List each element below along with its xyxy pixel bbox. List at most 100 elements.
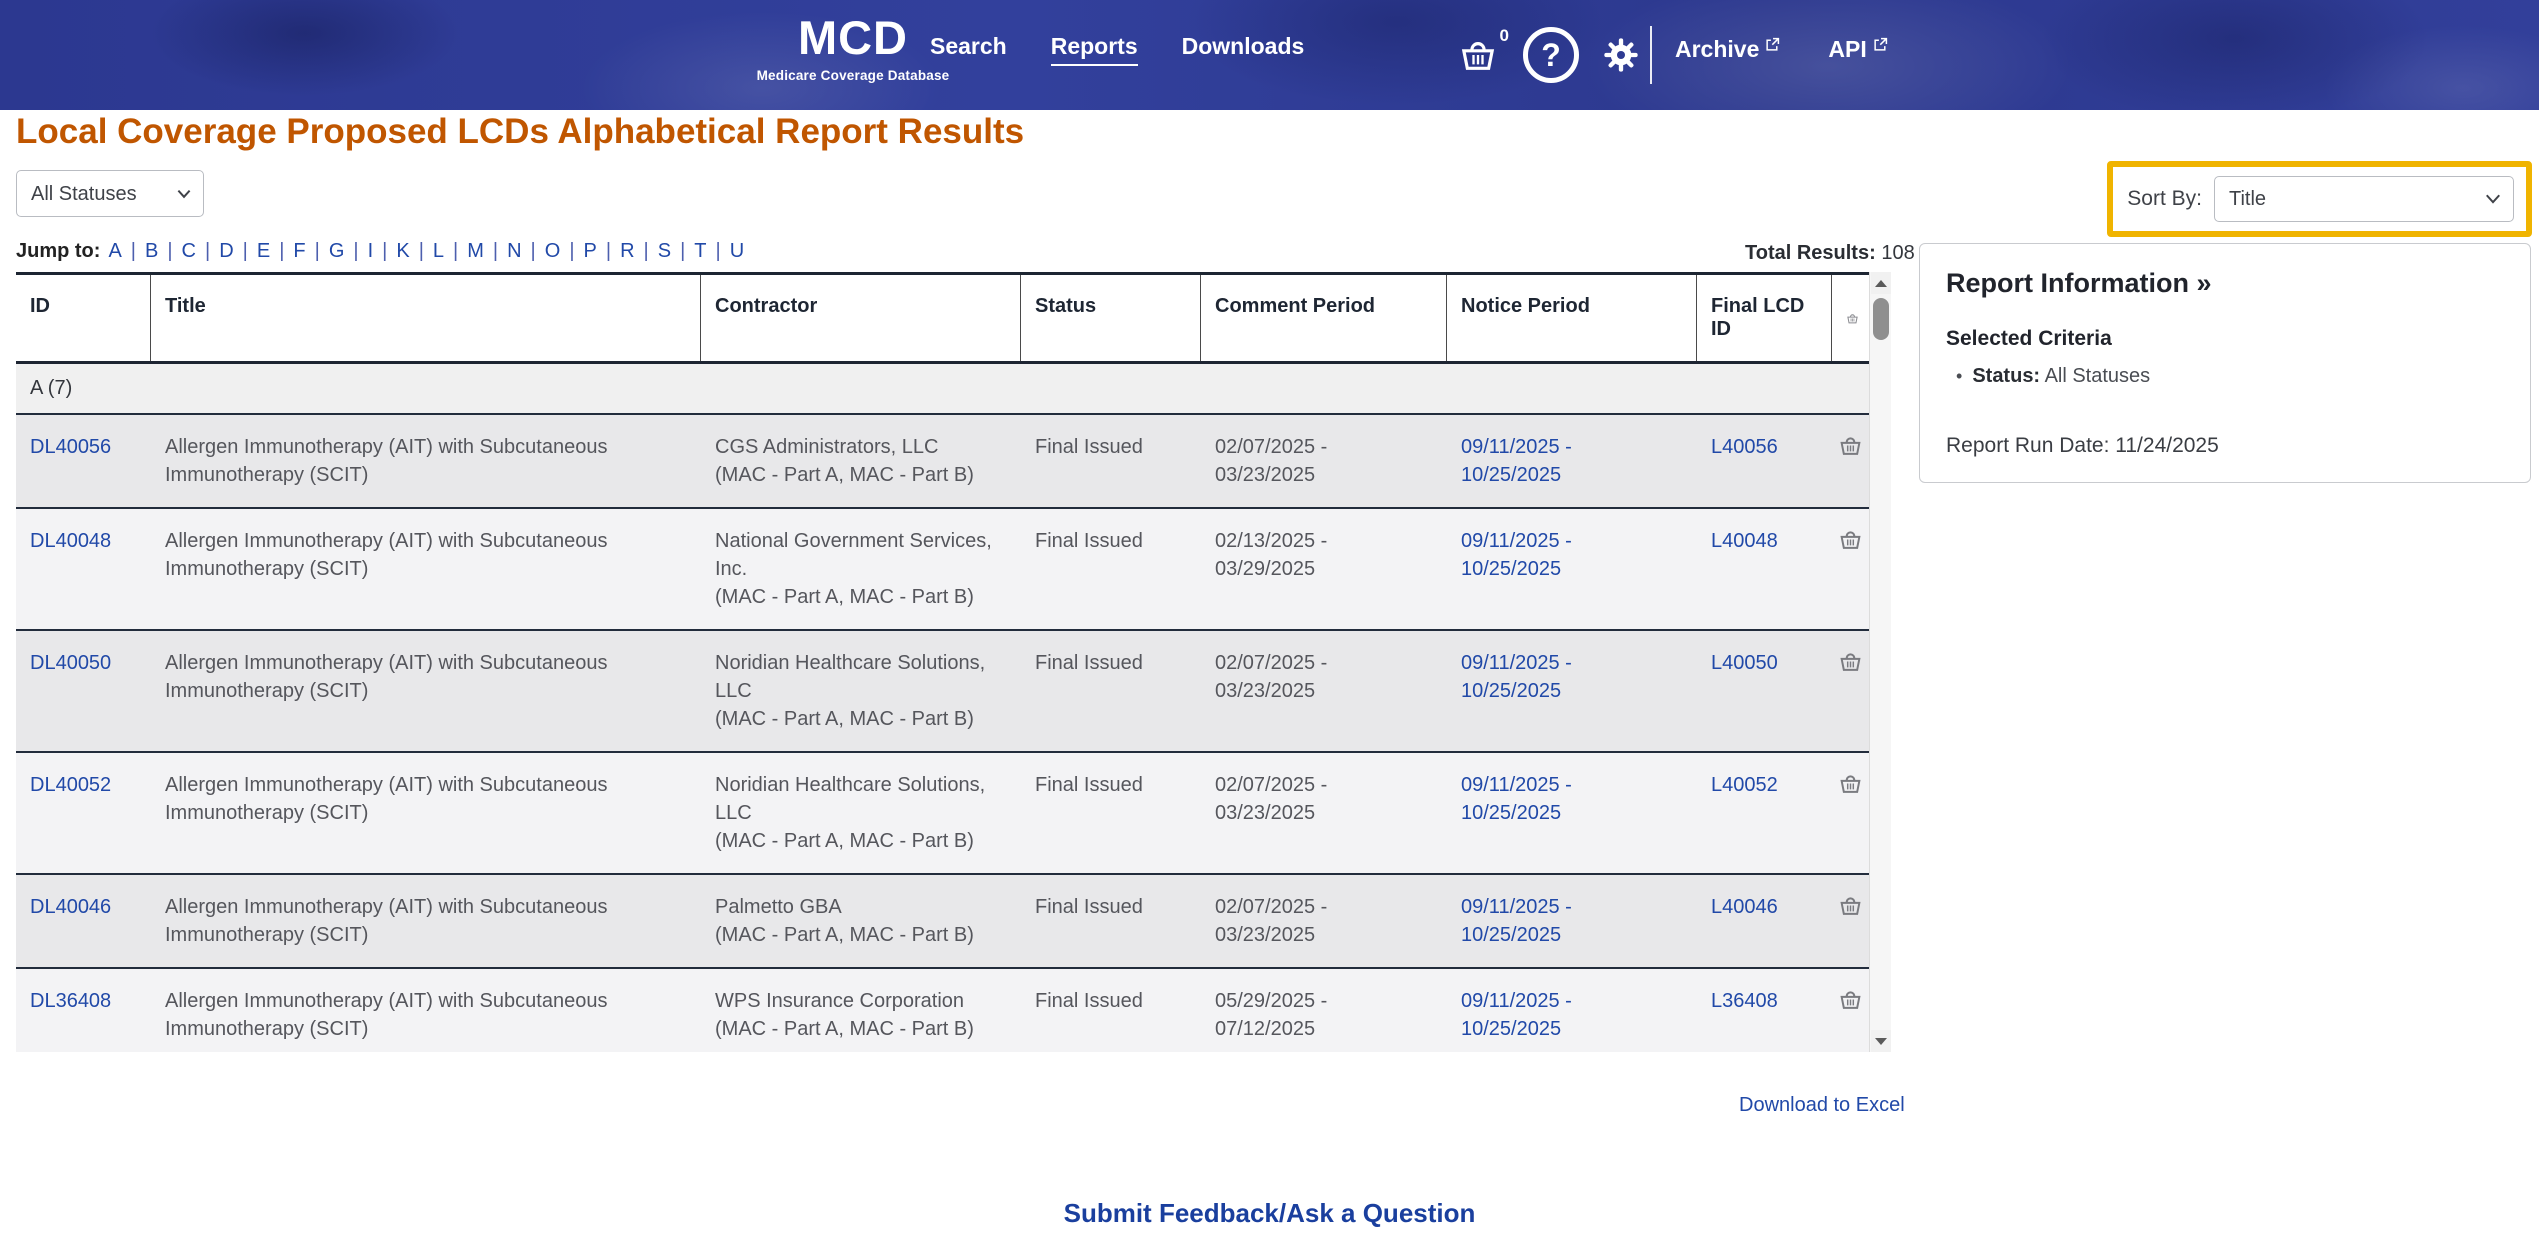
scroll-up-icon[interactable]	[1871, 272, 1891, 294]
final-lcd-id-link[interactable]: L36408	[1711, 990, 1778, 1012]
add-to-basket-button[interactable]	[1832, 875, 1869, 967]
final-lcd-id-link[interactable]: L40056	[1711, 436, 1778, 458]
download-to-excel-link[interactable]: Download to Excel	[1739, 1094, 1905, 1117]
sortby-select[interactable]: Title	[2214, 176, 2514, 222]
col-header-title[interactable]: Title	[151, 275, 701, 361]
notice-period-link[interactable]: 10/25/2025	[1461, 921, 1685, 949]
final-lcd-id-link[interactable]: L40052	[1711, 774, 1778, 796]
report-information-title[interactable]: Report Information »	[1946, 268, 2504, 299]
basket-button[interactable]: 0	[1455, 32, 1501, 78]
notice-period-link[interactable]: 10/25/2025	[1461, 799, 1685, 827]
jump-letter-link[interactable]: R	[620, 240, 649, 263]
add-to-basket-button[interactable]	[1832, 753, 1869, 873]
status-value: Final Issued	[1021, 631, 1201, 751]
add-to-basket-button[interactable]	[1832, 631, 1869, 751]
notice-period-link[interactable]: 09/11/2025 -	[1461, 433, 1685, 461]
jump-letter-link[interactable]: T	[694, 240, 720, 263]
jump-letter-link[interactable]: E	[257, 240, 285, 263]
jump-letter-link[interactable]: I	[368, 240, 388, 263]
table-scrollbar[interactable]	[1869, 272, 1891, 1052]
jump-letter-link[interactable]: A	[108, 240, 136, 263]
status-filter: All Statuses	[16, 170, 204, 217]
notice-period-link[interactable]: 09/11/2025 -	[1461, 987, 1685, 1015]
final-lcd-id-link[interactable]: L40048	[1711, 530, 1778, 552]
status-value: Final Issued	[1021, 509, 1201, 629]
contractor-cell: WPS Insurance Corporation (MAC - Part A,…	[701, 969, 1021, 1052]
contractor-cell: Palmetto GBA (MAC - Part A, MAC - Part B…	[701, 875, 1021, 967]
col-header-final-lcd-id[interactable]: Final LCD ID	[1697, 275, 1832, 361]
external-link-icon	[1765, 37, 1780, 52]
add-to-basket-button[interactable]	[1832, 969, 1869, 1052]
lcd-id-link[interactable]: DL40056	[30, 436, 111, 458]
basket-icon	[1838, 527, 1863, 552]
nav-search[interactable]: Search	[930, 33, 1007, 66]
comment-period-start: 02/13/2025 -	[1215, 527, 1435, 555]
notice-period-link[interactable]: 10/25/2025	[1461, 461, 1685, 489]
notice-period-link[interactable]: 10/25/2025	[1461, 555, 1685, 583]
notice-period-link[interactable]: 10/25/2025	[1461, 677, 1685, 705]
col-header-comment-period[interactable]: Comment Period	[1201, 275, 1447, 361]
table-row: DL40050 Allergen Immunotherapy (AIT) wit…	[16, 629, 1869, 751]
jump-letter-link[interactable]: B	[145, 240, 173, 263]
col-header-basket[interactable]	[1832, 275, 1869, 361]
jump-letter-link[interactable]: K	[396, 240, 424, 263]
jump-letter-link[interactable]: F	[293, 240, 319, 263]
basket-icon	[1838, 987, 1863, 1012]
total-results: Total Results: 108	[1745, 242, 1915, 265]
status-select[interactable]: All Statuses	[16, 170, 204, 217]
total-results-label: Total Results:	[1745, 242, 1876, 264]
nav-reports[interactable]: Reports	[1051, 33, 1138, 66]
header-divider	[1650, 26, 1652, 84]
jump-letter-link[interactable]: G	[329, 240, 359, 263]
lcd-title: Allergen Immunotherapy (AIT) with Subcut…	[151, 969, 701, 1052]
jump-letter-link[interactable]: M	[467, 240, 498, 263]
basket-icon	[1838, 893, 1863, 918]
lcd-id-link[interactable]: DL40050	[30, 652, 111, 674]
comment-period-end: 03/29/2025	[1215, 555, 1435, 583]
contractor-type: (MAC - Part A, MAC - Part B)	[715, 461, 1009, 489]
submit-feedback-link[interactable]: Submit Feedback/Ask a Question	[0, 1198, 2539, 1229]
help-button[interactable]: ?	[1523, 27, 1579, 83]
lcd-id-link[interactable]: DL40048	[30, 530, 111, 552]
jump-letter-link[interactable]: C	[182, 240, 211, 263]
jump-letter-link[interactable]: D	[219, 240, 248, 263]
jump-letter-link[interactable]: S	[658, 240, 686, 263]
notice-period-link[interactable]: 09/11/2025 -	[1461, 649, 1685, 677]
add-to-basket-button[interactable]	[1832, 415, 1869, 507]
add-to-basket-button[interactable]	[1832, 509, 1869, 629]
jump-letter-link[interactable]: P	[584, 240, 612, 263]
jump-letter-link[interactable]: O	[545, 240, 575, 263]
lcd-id-link[interactable]: DL40052	[30, 774, 111, 796]
final-lcd-id-link[interactable]: L40046	[1711, 896, 1778, 918]
nav-downloads[interactable]: Downloads	[1182, 33, 1305, 66]
contractor-name: Palmetto GBA	[715, 893, 1009, 921]
lcd-id-link[interactable]: DL36408	[30, 990, 111, 1012]
notice-period-link[interactable]: 09/11/2025 -	[1461, 771, 1685, 799]
jump-letter-link[interactable]: U	[730, 240, 744, 263]
table-row: DL36408 Allergen Immunotherapy (AIT) wit…	[16, 967, 1869, 1052]
col-header-contractor[interactable]: Contractor	[701, 275, 1021, 361]
scroll-down-icon[interactable]	[1871, 1030, 1891, 1052]
gear-icon	[1601, 35, 1641, 75]
col-header-id[interactable]: ID	[16, 275, 151, 361]
lcd-id-link[interactable]: DL40046	[30, 896, 111, 918]
notice-period-link[interactable]: 10/25/2025	[1461, 1015, 1685, 1043]
scrollbar-thumb[interactable]	[1873, 298, 1889, 340]
criteria-value: All Statuses	[2045, 365, 2151, 387]
comment-period-end: 03/23/2025	[1215, 461, 1435, 489]
jump-letter-link[interactable]: N	[507, 240, 536, 263]
archive-link[interactable]: Archive	[1675, 36, 1780, 63]
basket-icon	[1838, 433, 1863, 458]
notice-period-link[interactable]: 09/11/2025 -	[1461, 893, 1685, 921]
jump-letter-link[interactable]: L	[433, 240, 458, 263]
col-header-status[interactable]: Status	[1021, 275, 1201, 361]
notice-period-cell: 09/11/2025 - 10/25/2025	[1447, 753, 1697, 873]
final-lcd-id-link[interactable]: L40050	[1711, 652, 1778, 674]
settings-button[interactable]	[1601, 35, 1641, 75]
comment-period-end: 03/23/2025	[1215, 921, 1435, 949]
table-row: DL40048 Allergen Immunotherapy (AIT) wit…	[16, 507, 1869, 629]
api-link[interactable]: API	[1828, 36, 1887, 63]
lcd-title: Allergen Immunotherapy (AIT) with Subcut…	[151, 753, 701, 873]
notice-period-link[interactable]: 09/11/2025 -	[1461, 527, 1685, 555]
col-header-notice-period[interactable]: Notice Period	[1447, 275, 1697, 361]
